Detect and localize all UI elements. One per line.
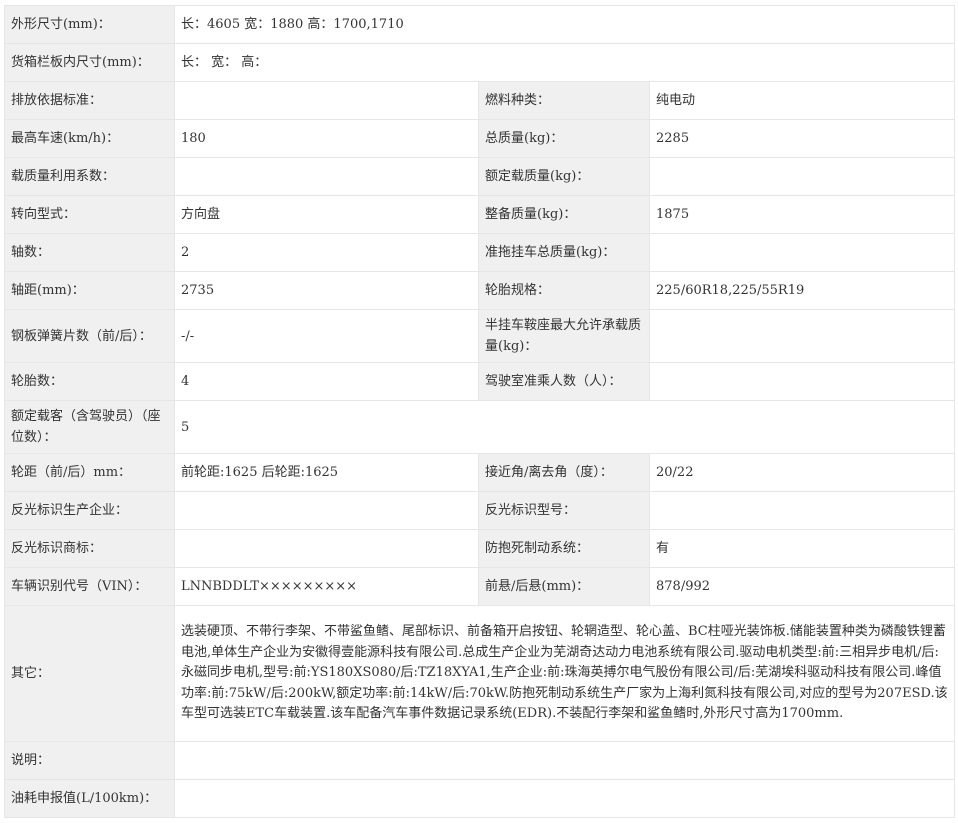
spec-value-overhang: 878/992 (649, 567, 955, 606)
table-row: 载质量利用系数： 额定载质量(kg)： (4, 157, 955, 196)
spec-label-wheelbase: 轴距(mm)： (4, 271, 175, 310)
spec-value-fuel-type: 纯电动 (649, 81, 955, 120)
spec-label-tire-spec: 轮胎规格： (478, 271, 650, 310)
spec-label-leaf-springs: 钢板弹簧片数（前/后）： (4, 309, 175, 363)
table-row: 车辆识别代号（VIN）： LNNBDDLT××××××××× 前悬/后悬(mm)… (4, 567, 955, 606)
spec-label-gross-mass: 总质量(kg)： (478, 119, 650, 158)
other-description-text: 选装硬顶、不带行李架、不带鲨鱼鳍、尾部标识、前备箱开启按钮、轮辋造型、轮心盖、B… (181, 624, 948, 722)
spec-label-cargo-box-dimensions: 货箱栏板内尺寸(mm)： (4, 43, 175, 82)
spec-label-curb-mass: 整备质量(kg)： (478, 195, 650, 234)
table-row: 货箱栏板内尺寸(mm)： 长： 宽： 高： (4, 43, 955, 82)
spec-label-notes: 说明： (4, 741, 175, 780)
spec-value-steering-type: 方向盘 (174, 195, 479, 234)
spec-label-emission-standard: 排放依据标准： (4, 81, 175, 120)
table-row: 转向型式： 方向盘 整备质量(kg)： 1875 (4, 195, 955, 234)
spec-label-reflector-maker: 反光标识生产企业： (4, 491, 175, 530)
spec-value-tire-count: 4 (174, 362, 479, 401)
table-row: 油耗申报值(L/100km)： (4, 779, 955, 818)
spec-label-other: 其它： (4, 605, 175, 742)
spec-value-leaf-springs: -/- (174, 309, 479, 363)
spec-value-approach-departure-angle: 20/22 (649, 453, 955, 492)
spec-label-tire-count: 轮胎数： (4, 362, 175, 401)
spec-label-trailer-mass: 准拖挂车总质量(kg)： (478, 233, 650, 272)
spec-value-max-speed: 180 (174, 119, 479, 158)
spec-value-abs: 有 (649, 529, 955, 568)
spec-label-fuel-type: 燃料种类： (478, 81, 650, 120)
spec-label-rated-passengers: 额定载客（含驾驶员）（座位数）： (4, 400, 175, 454)
spec-value-tire-spec: 225/60R18,225/55R19 (649, 271, 955, 310)
spec-label-track-width: 轮距（前/后）mm： (4, 453, 175, 492)
spec-value-emission-standard (174, 81, 479, 120)
table-row: 轮胎数： 4 驾驶室准乘人数（人）： (4, 362, 955, 401)
spec-label-rated-load: 额定载质量(kg)： (478, 157, 650, 196)
spec-value-notes (174, 741, 955, 780)
table-row: 轴数： 2 准拖挂车总质量(kg)： (4, 233, 955, 272)
table-row: 外形尺寸(mm)： 长：4605 宽：1880 高：1700,1710 (4, 5, 955, 44)
spec-value-cab-occupants (649, 362, 955, 401)
spec-value-overall-dimensions: 长：4605 宽：1880 高：1700,1710 (174, 5, 955, 44)
spec-value-reflector-maker (174, 491, 479, 530)
spec-label-cab-occupants: 驾驶室准乘人数（人）： (478, 362, 650, 401)
spec-value-reflector-brand (174, 529, 479, 568)
spec-value-other: 选装硬顶、不带行李架、不带鲨鱼鳍、尾部标识、前备箱开启按钮、轮辋造型、轮心盖、B… (174, 605, 955, 742)
spec-value-reflector-model (649, 491, 955, 530)
table-row: 额定载客（含驾驶员）（座位数）： 5 (4, 400, 955, 454)
spec-label-vin: 车辆识别代号（VIN）： (4, 567, 175, 606)
table-row: 说明： (4, 741, 955, 780)
table-row: 其它： 选装硬顶、不带行李架、不带鲨鱼鳍、尾部标识、前备箱开启按钮、轮辋造型、轮… (4, 605, 955, 742)
spec-value-axle-count: 2 (174, 233, 479, 272)
spec-value-load-utilization (174, 157, 479, 196)
spec-label-reflector-model: 反光标识型号： (478, 491, 650, 530)
spec-label-approach-departure-angle: 接近角/离去角（度）： (478, 453, 650, 492)
spec-label-abs: 防抱死制动系统： (478, 529, 650, 568)
spec-value-curb-mass: 1875 (649, 195, 955, 234)
spec-label-overhang: 前悬/后悬(mm)： (478, 567, 650, 606)
table-row: 最高车速(km/h)： 180 总质量(kg)： 2285 (4, 119, 955, 158)
spec-label-reflector-brand: 反光标识商标： (4, 529, 175, 568)
spec-value-saddle-load (649, 309, 955, 363)
spec-label-fuel-consumption: 油耗申报值(L/100km)： (4, 779, 175, 818)
spec-value-gross-mass: 2285 (649, 119, 955, 158)
spec-value-trailer-mass (649, 233, 955, 272)
table-row: 轴距(mm)： 2735 轮胎规格： 225/60R18,225/55R19 (4, 271, 955, 310)
spec-value-cargo-box-dimensions: 长： 宽： 高： (174, 43, 955, 82)
table-row: 钢板弹簧片数（前/后）： -/- 半挂车鞍座最大允许承载质量(kg)： (4, 309, 955, 363)
spec-label-max-speed: 最高车速(km/h)： (4, 119, 175, 158)
spec-label-overall-dimensions: 外形尺寸(mm)： (4, 5, 175, 44)
table-row: 排放依据标准： 燃料种类： 纯电动 (4, 81, 955, 120)
spec-value-vin: LNNBDDLT××××××××× (174, 567, 479, 606)
table-row: 反光标识生产企业： 反光标识型号： (4, 491, 955, 530)
spec-value-wheelbase: 2735 (174, 271, 479, 310)
spec-value-track-width: 前轮距:1625 后轮距:1625 (174, 453, 479, 492)
spec-label-axle-count: 轴数： (4, 233, 175, 272)
spec-label-saddle-load: 半挂车鞍座最大允许承载质量(kg)： (478, 309, 650, 363)
spec-value-rated-passengers: 5 (174, 400, 955, 454)
table-row: 轮距（前/后）mm： 前轮距:1625 后轮距:1625 接近角/离去角（度）：… (4, 453, 955, 492)
spec-value-fuel-consumption (174, 779, 955, 818)
spec-label-load-utilization: 载质量利用系数： (4, 157, 175, 196)
vehicle-spec-table: 外形尺寸(mm)： 长：4605 宽：1880 高：1700,1710 货箱栏板… (4, 5, 955, 818)
spec-label-steering-type: 转向型式： (4, 195, 175, 234)
table-row: 反光标识商标： 防抱死制动系统： 有 (4, 529, 955, 568)
spec-value-rated-load (649, 157, 955, 196)
